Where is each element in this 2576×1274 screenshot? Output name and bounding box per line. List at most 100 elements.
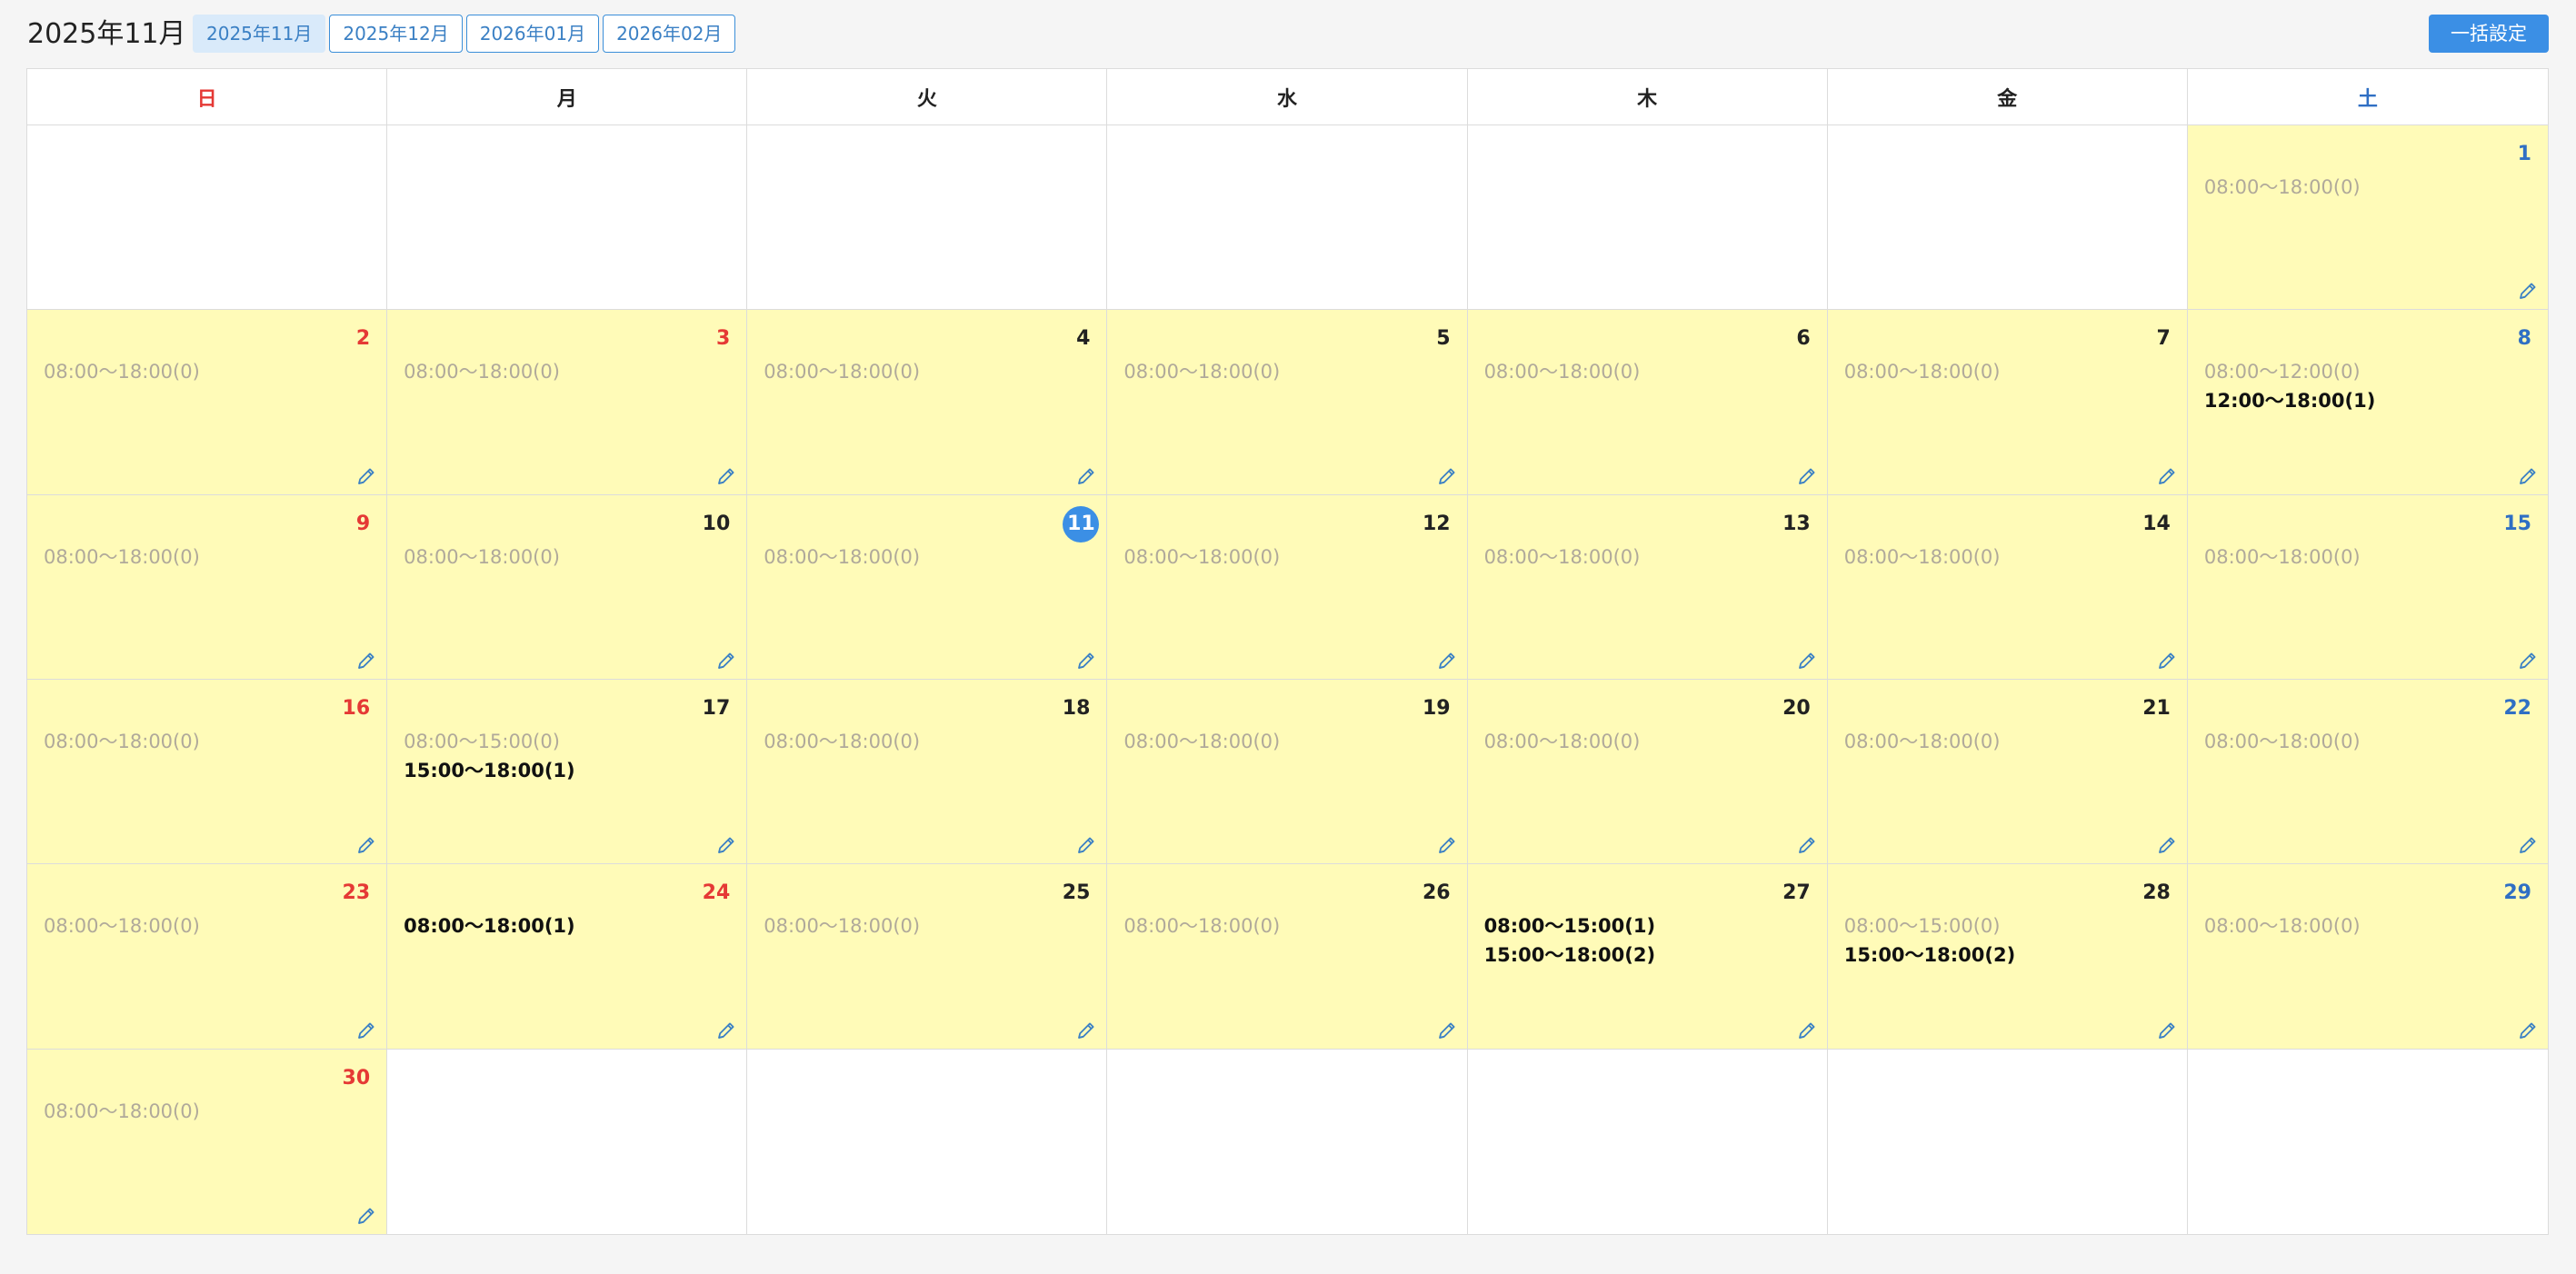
pencil-icon[interactable] — [1436, 650, 1458, 672]
pencil-icon[interactable] — [2517, 465, 2539, 487]
day-cell[interactable]: 23 08:00〜18:00(0) — [27, 864, 388, 1050]
slot-list: 08:00〜18:00(0) — [2204, 542, 2539, 572]
day-cell[interactable]: 13 08:00〜18:00(0) — [1467, 494, 1828, 680]
time-slot: 08:00〜12:00(0) — [2203, 361, 2361, 383]
time-slot: 15:00〜18:00(2) — [1483, 944, 1656, 967]
day-cell[interactable]: 25 08:00〜18:00(0) — [747, 864, 1108, 1050]
empty-day-cell — [1107, 125, 1468, 311]
empty-day-cell — [1467, 125, 1828, 311]
day-cell[interactable]: 2 08:00〜18:00(0) — [27, 310, 388, 495]
pencil-icon[interactable] — [1796, 1020, 1818, 1041]
tab-month-2[interactable]: 2026年01月 — [465, 15, 600, 53]
pencil-icon[interactable] — [715, 1020, 737, 1041]
day-cell[interactable]: 7 08:00〜18:00(0) — [1827, 310, 2188, 495]
time-slot: 08:00〜18:00(0) — [44, 915, 200, 938]
pencil-icon[interactable] — [1075, 1020, 1097, 1041]
pencil-icon[interactable] — [1075, 465, 1097, 487]
slot-list: 08:00〜18:00(0) — [44, 542, 377, 572]
day-cell[interactable]: 15 08:00〜18:00(0) — [2187, 494, 2548, 680]
day-cell[interactable]: 11 08:00〜18:00(0) — [747, 494, 1108, 680]
pencil-icon[interactable] — [355, 1020, 377, 1041]
pencil-icon[interactable] — [355, 834, 377, 856]
day-cell[interactable]: 6 08:00〜18:00(0) — [1467, 310, 1828, 495]
slot-list: 08:00〜18:00(0) — [1484, 542, 1818, 572]
time-slot: 12:00〜18:00(1) — [2203, 390, 2376, 413]
tab-month-1[interactable]: 2025年12月 — [329, 15, 463, 53]
slot-list: 08:00〜18:00(0) — [1844, 542, 2178, 572]
slot-list: 08:00〜18:00(0) — [2204, 173, 2539, 202]
month-tabs: 2025年11月 2025年12月 2026年01月 2026年02月 — [193, 15, 739, 53]
pencil-icon[interactable] — [715, 834, 737, 856]
day-cell[interactable]: 18 08:00〜18:00(0) — [747, 679, 1108, 865]
day-cell[interactable]: 24 08:00〜18:00(1) — [387, 864, 748, 1050]
pencil-icon[interactable] — [2517, 280, 2539, 302]
pencil-icon[interactable] — [1436, 465, 1458, 487]
day-number: 28 — [2142, 881, 2171, 905]
pencil-icon[interactable] — [1075, 650, 1097, 672]
time-slot: 08:00〜18:00(0) — [2203, 730, 2361, 752]
pencil-icon[interactable] — [355, 650, 377, 672]
pencil-icon[interactable] — [1796, 834, 1818, 856]
time-slot: 08:00〜18:00(0) — [1123, 915, 1281, 938]
pencil-icon[interactable] — [355, 1205, 377, 1227]
day-cell[interactable]: 14 08:00〜18:00(0) — [1827, 494, 2188, 680]
day-cell[interactable]: 5 08:00〜18:00(0) — [1107, 310, 1468, 495]
empty-day-cell — [27, 125, 388, 311]
day-cell[interactable]: 19 08:00〜18:00(0) — [1107, 679, 1468, 865]
pencil-icon[interactable] — [2156, 1020, 2178, 1041]
pencil-icon[interactable] — [2156, 834, 2178, 856]
slot-list: 08:00〜18:00(0) — [404, 357, 737, 386]
day-cell[interactable]: 29 08:00〜18:00(0) — [2187, 864, 2548, 1050]
day-cell[interactable]: 10 08:00〜18:00(0) — [387, 494, 748, 680]
day-cell[interactable]: 30 08:00〜18:00(0) — [27, 1049, 388, 1234]
pencil-icon[interactable] — [2517, 1020, 2539, 1041]
day-cell[interactable]: 9 08:00〜18:00(0) — [27, 494, 388, 680]
day-cell[interactable]: 12 08:00〜18:00(0) — [1107, 494, 1468, 680]
day-cell[interactable]: 1 08:00〜18:00(0) — [2187, 125, 2548, 311]
day-cell[interactable]: 21 08:00〜18:00(0) — [1827, 679, 2188, 865]
slot-list: 08:00〜18:00(0) — [44, 727, 377, 756]
pencil-icon[interactable] — [715, 465, 737, 487]
pencil-icon[interactable] — [2517, 834, 2539, 856]
pencil-icon[interactable] — [355, 465, 377, 487]
day-number: 18 — [1062, 696, 1091, 720]
pencil-icon[interactable] — [1436, 1020, 1458, 1041]
day-cell[interactable]: 20 08:00〜18:00(0) — [1467, 679, 1828, 865]
day-cell[interactable]: 17 08:00〜15:00(0) 15:00〜18:00(1) — [387, 679, 748, 865]
pencil-icon[interactable] — [2156, 465, 2178, 487]
day-cell[interactable]: 16 08:00〜18:00(0) — [27, 679, 388, 865]
slot-list: 08:00〜18:00(0) — [764, 357, 1097, 386]
day-cell[interactable]: 3 08:00〜18:00(0) — [387, 310, 748, 495]
bulk-settings-button[interactable]: 一括設定 — [2429, 15, 2549, 53]
day-cell[interactable]: 8 08:00〜12:00(0) 12:00〜18:00(1) — [2187, 310, 2548, 495]
pencil-icon[interactable] — [2156, 650, 2178, 672]
day-cell[interactable]: 28 08:00〜15:00(0) 15:00〜18:00(2) — [1827, 864, 2188, 1050]
day-cell[interactable]: 4 08:00〜18:00(0) — [747, 310, 1108, 495]
pencil-icon[interactable] — [2517, 650, 2539, 672]
day-number: 10 — [702, 512, 731, 535]
time-slot: 08:00〜18:00(0) — [2203, 545, 2361, 568]
day-cell[interactable]: 27 08:00〜15:00(1) 15:00〜18:00(2) — [1467, 864, 1828, 1050]
weekday-monday: 月 — [387, 69, 748, 124]
time-slot: 08:00〜18:00(0) — [1483, 730, 1641, 752]
pencil-icon[interactable] — [1796, 465, 1818, 487]
pencil-icon[interactable] — [1436, 834, 1458, 856]
day-cell[interactable]: 26 08:00〜18:00(0) — [1107, 864, 1468, 1050]
day-cell[interactable]: 22 08:00〜18:00(0) — [2187, 679, 2548, 865]
day-number: 8 — [2517, 327, 2531, 351]
calendar-toolbar: 2025年11月 2025年11月 2025年12月 2026年01月 2026… — [0, 0, 2576, 69]
time-slot: 08:00〜18:00(0) — [1123, 545, 1281, 568]
day-number: 3 — [715, 327, 731, 351]
day-number: 29 — [2503, 881, 2531, 905]
empty-day-cell — [1827, 125, 2188, 311]
pencil-icon[interactable] — [715, 650, 737, 672]
slot-list: 08:00〜18:00(0) — [1123, 357, 1457, 386]
pencil-icon[interactable] — [1075, 834, 1097, 856]
tab-month-0[interactable]: 2025年11月 — [193, 15, 326, 53]
calendar-grid: 1 08:00〜18:00(0) 2 08:00〜18:00(0) 3 08:00〜18:… — [27, 125, 2548, 1234]
slot-list: 08:00〜15:00(0) 15:00〜18:00(2) — [1844, 911, 2178, 970]
slot-list: 08:00〜18:00(0) — [1844, 357, 2178, 386]
tab-month-3[interactable]: 2026年02月 — [603, 15, 736, 53]
pencil-icon[interactable] — [1796, 650, 1818, 672]
slot-list: 08:00〜18:00(0) — [1844, 727, 2178, 756]
